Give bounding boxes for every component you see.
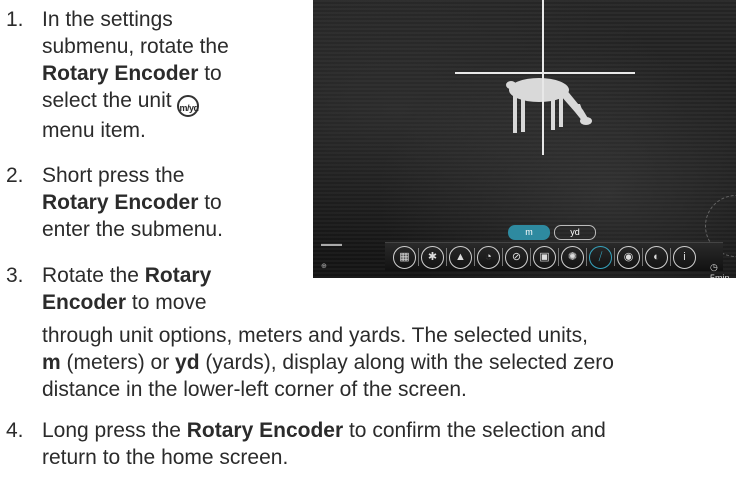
step-text: Short press the Rotary Encoder to enter … xyxy=(42,162,223,243)
step-1: 1. In the settings submenu, rotate the R… xyxy=(6,6,306,146)
unit-toggle: m yd xyxy=(508,225,596,240)
divider xyxy=(502,248,503,266)
step-line: Long press the Rotary Encoder to confirm… xyxy=(42,417,606,444)
zero-distance-icon: ⊕ xyxy=(321,263,327,270)
crosshair-horizontal xyxy=(455,72,635,74)
display-icon[interactable]: ▣ xyxy=(533,245,556,269)
unit-option-m[interactable]: m xyxy=(508,225,550,240)
divider xyxy=(418,248,419,266)
step-text: Rotate the Rotary Encoder to move throug… xyxy=(42,262,614,403)
settings-menu-bar: ▦ ✱ ▲ ◔ ⊘ ▣ ✺ ⧸ ◉ ◐ i xyxy=(385,242,723,271)
step-line: m (meters) or yd (yards), display along … xyxy=(42,349,614,376)
timer-label: ◷ 5min xyxy=(710,262,736,278)
step-line: return to the home screen. xyxy=(42,446,289,469)
step-fragment: (yards), display along with the selected… xyxy=(199,351,614,374)
divider xyxy=(530,248,531,266)
bold-term: Rotary xyxy=(144,264,212,287)
picture-icon[interactable]: ▲ xyxy=(449,245,472,269)
divider xyxy=(446,248,447,266)
step-line: enter the submenu. xyxy=(42,218,223,241)
recording-icon[interactable]: ◉ xyxy=(617,245,640,269)
step-fragment: to xyxy=(198,62,222,85)
step-line: Short press the xyxy=(42,164,185,187)
calendar-icon[interactable]: ▦ xyxy=(393,245,416,269)
step-line: Rotary Encoder to xyxy=(42,60,229,87)
divider xyxy=(614,248,615,266)
crosshair-vertical xyxy=(542,0,544,155)
divider xyxy=(558,248,559,266)
step-line: submenu, rotate the xyxy=(42,35,229,58)
bold-term: yd xyxy=(175,351,200,374)
step-number: 4. xyxy=(6,419,24,442)
step-fragment: to move xyxy=(126,291,207,314)
step-line: In the settings xyxy=(42,8,173,31)
step-line: menu item. xyxy=(42,119,146,142)
bold-term: Rotary Encoder xyxy=(186,419,344,442)
step-line: distance in the lower-left corner of the… xyxy=(42,378,467,401)
step-fragment: select the unit xyxy=(42,89,172,112)
compass-icon[interactable]: ⊘ xyxy=(505,245,528,269)
divider xyxy=(586,248,587,266)
step-fragment: (meters) or xyxy=(60,351,176,374)
step-number: 3. xyxy=(6,264,24,287)
auto-off-icon[interactable]: ◐ xyxy=(645,245,668,269)
step-text: Long press the Rotary Encoder to confirm… xyxy=(42,417,606,471)
step-2: 2. Short press the Rotary Encoder to ent… xyxy=(6,162,306,252)
bold-term: Encoder xyxy=(42,291,127,314)
step-text: In the settings submenu, rotate the Rota… xyxy=(42,6,229,144)
step-3: 3. Rotate the Rotary Encoder to move thr… xyxy=(6,262,736,402)
divider xyxy=(474,248,475,266)
zoom-indicator: ▬▬▬ xyxy=(321,241,342,248)
thermal-screenshot: m yd ▬▬▬ ⊕ ▦ ✱ ▲ ◔ ⊘ ▣ ✺ ⧸ ◉ ◐ i ◷ 5min xyxy=(313,0,736,278)
bold-term: Rotary Encoder xyxy=(42,191,199,214)
step-line: through unit options, meters and yards. … xyxy=(42,324,588,347)
divider xyxy=(642,248,643,266)
divider xyxy=(670,248,671,266)
bold-term: m xyxy=(42,351,61,374)
step-line: select the unit m/yd xyxy=(42,87,229,117)
step-fragment: Long press the xyxy=(42,419,187,442)
step-fragment: Rotate the xyxy=(42,264,145,287)
step-fragment: to xyxy=(198,191,222,214)
meters-yards-icon: m/yd xyxy=(177,95,200,117)
bold-term: Rotary Encoder xyxy=(42,62,199,85)
bluetooth-icon[interactable]: ✱ xyxy=(421,245,444,269)
brightness-icon[interactable]: ✺ xyxy=(561,245,584,269)
step-fragment: to confirm the selection and xyxy=(343,419,606,442)
step-number: 2. xyxy=(6,164,24,187)
timer-value: 5min xyxy=(710,273,730,278)
info-icon[interactable]: i xyxy=(673,245,696,269)
step-4: 4. Long press the Rotary Encoder to conf… xyxy=(6,417,736,477)
meters-yards-icon[interactable]: ⧸ xyxy=(589,245,612,269)
unit-option-yd[interactable]: yd xyxy=(554,225,596,240)
step-number: 1. xyxy=(6,8,24,31)
step-line: Rotary Encoder to xyxy=(42,189,223,216)
time-icon[interactable]: ◔ xyxy=(477,245,500,269)
step-line: Encoder to move xyxy=(42,289,614,316)
